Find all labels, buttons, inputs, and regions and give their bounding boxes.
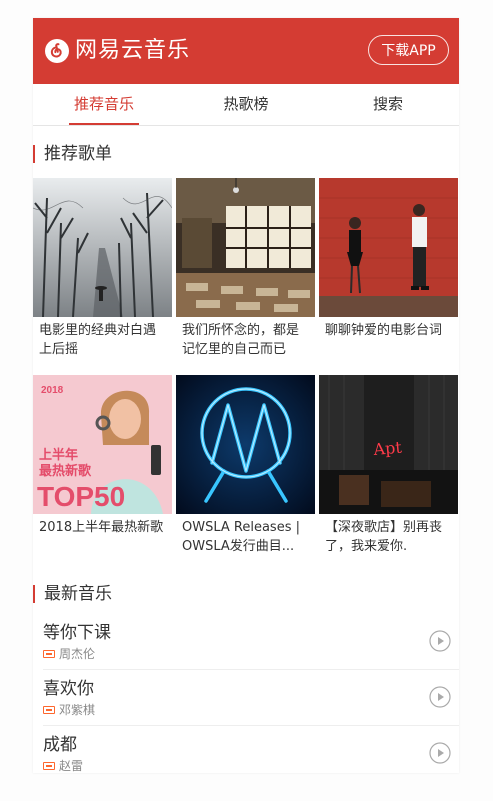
playlist-cover-image: Apt (319, 375, 458, 514)
brand-logo[interactable]: 网易云音乐 (44, 38, 190, 64)
cover-subtitle-1: 上半年 (39, 447, 78, 463)
playlist-title: 聊聊钟爱的电影台词 (325, 323, 443, 338)
cover-top50-text: TOP50 (37, 481, 125, 512)
playlist-grid: 电影里的经典对白遇上后摇 我们所怀念的，都是记忆里的自己而已 聊聊钟爱的电影台词… (33, 178, 459, 572)
song-item[interactable]: 喜欢你 邓紫棋 (43, 670, 459, 726)
song-item[interactable]: 等你下课 周杰伦 (43, 614, 459, 670)
song-meta: 邓紫棋 (43, 702, 95, 718)
cover-neon-sign-text: Apt (372, 438, 403, 460)
download-app-button[interactable]: 下载APP (368, 35, 449, 65)
tab-hot-songs[interactable]: 热歌榜 (175, 84, 317, 125)
netease-music-logo-icon (45, 39, 69, 63)
app-container: 网易云音乐 下载APP 推荐音乐 热歌榜 搜索 推荐歌单 电影里的经典对白遇上后… (33, 18, 459, 773)
playlist-card[interactable]: 我们所怀念的，都是记忆里的自己而已 (176, 178, 315, 375)
tab-recommend[interactable]: 推荐音乐 (33, 84, 175, 125)
song-title: 等你下课 (43, 623, 111, 643)
song-list: 等你下课 周杰伦 喜欢你 邓紫棋 成都 赵雷 (33, 614, 459, 773)
song-artist: 周杰伦 (59, 647, 96, 661)
playlist-card[interactable]: 2018 上半年 最热新歌 TOP50 2018上半年最热新歌 (33, 375, 172, 572)
playlist-card[interactable]: Apt 【深夜歌店】别再丧了，我来爱你. (319, 375, 458, 572)
song-artist: 赵雷 (59, 759, 84, 773)
sq-quality-icon (43, 762, 55, 770)
playlist-cover-image (33, 178, 172, 317)
playlist-card[interactable]: OWSLA Releases | OWSLA发行曲目... (176, 375, 315, 572)
playlist-cover-image (176, 375, 315, 514)
playlist-title: 电影里的经典对白遇上后摇 (39, 323, 157, 357)
play-circle-icon[interactable] (429, 686, 451, 708)
song-title: 成都 (43, 735, 77, 755)
brand-name: 网易云音乐 (75, 38, 191, 63)
top-bar: 网易云音乐 下载APP (33, 18, 459, 84)
song-meta: 赵雷 (43, 758, 83, 773)
song-artist: 邓紫棋 (59, 703, 96, 717)
playlist-cover-image (176, 178, 315, 317)
song-title: 喜欢你 (43, 679, 94, 699)
cover-year-text: 2018 (41, 385, 64, 396)
playlist-card[interactable]: 电影里的经典对白遇上后摇 (33, 178, 172, 375)
sq-quality-icon (43, 650, 55, 658)
song-item[interactable]: 成都 赵雷 (43, 726, 459, 773)
playlist-title: 2018上半年最热新歌 (39, 520, 164, 535)
new-music-section-title: 最新音乐 (33, 584, 459, 604)
playlist-title: OWSLA Releases | OWSLA发行曲目... (182, 520, 300, 554)
song-meta: 周杰伦 (43, 646, 95, 662)
sq-quality-icon (43, 706, 55, 714)
cover-subtitle-2: 最热新歌 (39, 463, 92, 479)
tab-search[interactable]: 搜索 (317, 84, 459, 125)
play-circle-icon[interactable] (429, 742, 451, 764)
tab-bar: 推荐音乐 热歌榜 搜索 (33, 84, 459, 126)
playlist-card[interactable]: 聊聊钟爱的电影台词 (319, 178, 458, 375)
playlist-title: 我们所怀念的，都是记忆里的自己而已 (182, 323, 300, 357)
recommend-section-title: 推荐歌单 (33, 144, 459, 164)
playlist-cover-image: 2018 上半年 最热新歌 TOP50 (33, 375, 172, 514)
playlist-title: 【深夜歌店】别再丧了，我来爱你. (325, 520, 443, 554)
play-circle-icon[interactable] (429, 630, 451, 652)
playlist-cover-image (319, 178, 458, 317)
